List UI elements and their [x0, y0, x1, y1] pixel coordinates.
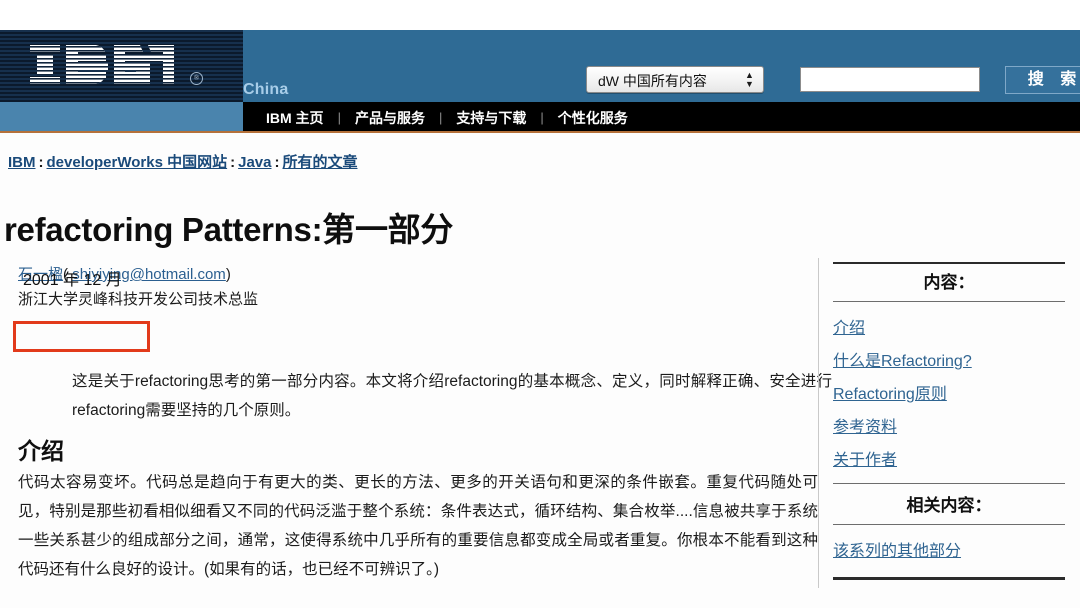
search-button[interactable]: 搜 索: [1005, 66, 1080, 94]
author-byline: 石一楹( shiyiying@hotmail.com): [18, 262, 818, 287]
sidebar-link-references[interactable]: 参考资料: [833, 411, 1065, 444]
breadcrumb-separator: :: [274, 154, 280, 171]
breadcrumb-item-java[interactable]: Java: [238, 154, 271, 171]
registered-trademark-icon: ®: [190, 72, 203, 85]
article-main-column: 石一楹( shiyiying@hotmail.com) 浙江大学灵峰科技开发公司…: [13, 262, 832, 578]
column-divider: [818, 258, 819, 588]
page-title: refactoring Patterns:第一部分: [4, 211, 454, 248]
primary-navbar: IBM 主页 | 产品与服务 | 支持与下载 | 个性化服务: [0, 102, 1080, 133]
breadcrumb-item-developerworks[interactable]: developerWorks 中国网站: [47, 154, 228, 171]
breadcrumb-item-ibm[interactable]: IBM: [8, 154, 36, 171]
sidebar-link-intro[interactable]: 介绍: [833, 312, 1065, 345]
sidebar-link-about-author[interactable]: 关于作者: [833, 444, 1065, 477]
sidebar-link-refactoring-principles[interactable]: Refactoring原则: [833, 378, 1065, 411]
sidebar-link-series-other-parts[interactable]: 该系列的其他部分: [833, 535, 1065, 568]
breadcrumb: IBM: developerWorks 中国网站: Java: 所有的文章: [8, 151, 358, 172]
search-scope-value: dW 中国所有内容: [598, 73, 707, 89]
publish-date: 2001 年 12 月: [23, 272, 122, 289]
ibm-logo-icon[interactable]: [28, 43, 188, 88]
publish-date-highlight-box: [13, 321, 150, 352]
browser-page: ® China dW 中国所有内容 ▲ ▼ 搜 索 搜索帮助 IBM 主页 |: [0, 0, 1080, 608]
author-role: 浙江大学灵峰科技开发公司技术总监: [18, 291, 259, 308]
sidebar-related-heading: 相关内容：: [906, 496, 992, 515]
article-body: 代码太容易变坏。代码总是趋向于有更大的类、更长的方法、更多的开关语句和更深的条件…: [18, 474, 818, 578]
ibm-logo-panel[interactable]: ®: [0, 30, 243, 102]
nav-item-products[interactable]: 产品与服务: [355, 108, 425, 128]
sidebar-rule-bottom: [833, 577, 1065, 580]
country-region: China: [243, 30, 563, 102]
section-heading-intro: 介绍: [18, 438, 64, 464]
nav-separator: |: [438, 110, 443, 125]
nav-separator: |: [337, 110, 341, 125]
chevron-updown-icon[interactable]: ▲ ▼: [744, 71, 755, 90]
paren-close: ): [225, 266, 231, 283]
top-white-margin: [0, 0, 1080, 30]
search-input[interactable]: [801, 68, 979, 91]
search-scope-select[interactable]: dW 中国所有内容 ▲ ▼: [586, 66, 764, 93]
breadcrumb-separator: :: [230, 154, 236, 171]
sidebar-rule-under-related: [833, 524, 1065, 525]
article-sidebar: 内容： 介绍 什么是Refactoring? Refactoring原则 参考资…: [833, 262, 1065, 580]
nav-item-support[interactable]: 支持与下载: [456, 108, 526, 128]
breadcrumb-item-all-articles[interactable]: 所有的文章: [282, 154, 357, 171]
navbar-left-fill: [0, 102, 243, 133]
sidebar-link-what-is-refactoring[interactable]: 什么是Refactoring?: [833, 345, 1065, 378]
sidebar-rule-top: [833, 262, 1065, 264]
breadcrumb-separator: :: [38, 154, 44, 171]
sidebar-rule-under-contents: [833, 301, 1065, 302]
search-input-wrapper[interactable]: [800, 67, 980, 92]
nav-item-personalize[interactable]: 个性化服务: [558, 108, 628, 128]
site-masthead: ® China dW 中国所有内容 ▲ ▼ 搜 索 搜索帮助: [0, 30, 1080, 118]
chevron-down-icon: ▼: [745, 79, 754, 89]
article-abstract: 这是关于refactoring思考的第一部分内容。本文将介绍refactorin…: [72, 373, 832, 419]
nav-item-home[interactable]: IBM 主页: [266, 108, 324, 128]
navbar-items: IBM 主页 | 产品与服务 | 支持与下载 | 个性化服务: [266, 102, 628, 133]
navbar-accent-rule: [0, 131, 1080, 133]
nav-separator: |: [540, 110, 544, 125]
sidebar-contents-heading: 内容：: [923, 273, 975, 292]
sidebar-rule-above-related: [833, 483, 1065, 484]
